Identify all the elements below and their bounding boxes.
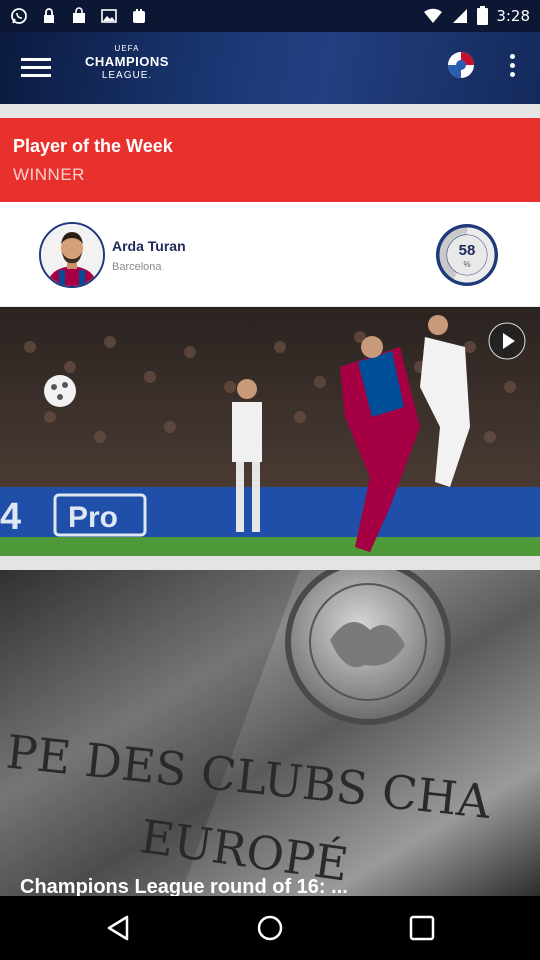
player-club: Barcelona [112,261,162,273]
app-bar: UEFA CHAMPIONS LEAGUE. [0,32,540,104]
more-vertical-icon[interactable] [500,50,524,84]
svg-text:4: 4 [0,496,21,538]
notification-icons [10,7,148,25]
player-of-week-header[interactable]: Player of the Week WINNER [0,118,540,202]
wifi-icon [424,8,443,23]
vote-unit: % [463,260,471,269]
signal-icon [453,8,468,23]
trophy-photo: PE DES CLUBS CHA EUROPÉ [0,570,540,896]
winner-player-row[interactable]: Arda Turan Barcelona 58 % [0,202,540,306]
player-avatar [39,222,105,288]
back-icon[interactable] [103,912,135,944]
hamburger-menu-icon[interactable] [18,52,56,84]
lock-icon [44,8,54,23]
highlight-video-card[interactable]: 4 Pro [0,307,540,556]
shopping-bag-icon [73,7,85,23]
logo-sub-text: LEAGUE. [101,70,153,81]
whatsapp-icon [11,8,27,24]
player-of-week-subtitle: WINNER [13,165,85,184]
store-icon [133,9,145,23]
video-banner-text: Pro [68,501,118,534]
photo-caption: Champions League round of 16: ... [20,876,348,896]
club-crest-icon[interactable] [446,50,476,80]
play-icon[interactable] [488,322,526,360]
home-icon[interactable] [254,912,286,944]
player-of-week-title: Player of the Week [13,136,173,156]
vote-percentage-gauge: 58 % [433,221,501,289]
status-time: 3:28 [496,6,530,25]
video-thumbnail: 4 Pro [0,307,540,556]
status-bar: 3:28 [0,0,540,32]
news-photo-card[interactable]: PE DES CLUBS CHA EUROPÉ Champions League… [0,570,540,896]
card-divider [0,556,540,570]
system-icons: 3:28 [423,6,530,25]
image-icon [101,9,117,23]
player-name: Arda Turan [112,238,186,254]
vote-value: 58 [458,242,476,259]
logo-main-text: CHAMPIONS [85,54,169,69]
logo-top-text: UEFA [114,44,140,53]
app-screen: 3:28 UEFA CHAMPIONS LEAGUE. Player of th… [0,0,540,960]
champions-league-logo: UEFA CHAMPIONS LEAGUE. [72,44,182,90]
system-nav-bar [0,896,540,960]
battery-icon [477,6,489,25]
recents-icon[interactable] [406,912,438,944]
